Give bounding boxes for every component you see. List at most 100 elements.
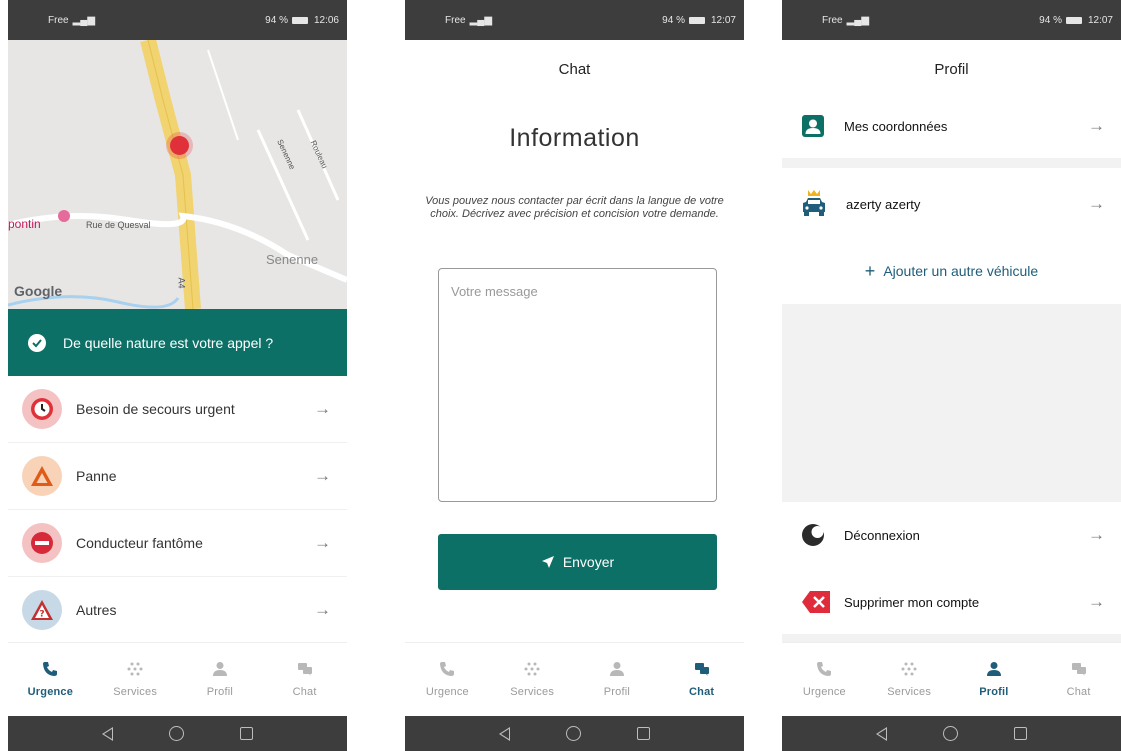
battery-percent: 94 % bbox=[1039, 14, 1062, 26]
map-roads bbox=[8, 40, 347, 309]
bottom-tab-bar: Urgence Services Profil Chat bbox=[8, 642, 347, 716]
call-type-header: De quelle nature est votre appel ? bbox=[8, 309, 347, 376]
phone-icon bbox=[440, 662, 455, 676]
arrow-right-icon: → bbox=[1088, 194, 1105, 213]
tab-services[interactable]: Services bbox=[490, 643, 575, 716]
tab-urgence[interactable]: Urgence bbox=[405, 643, 490, 716]
back-icon[interactable] bbox=[876, 726, 887, 741]
tab-label: Chat bbox=[292, 686, 317, 698]
tab-profil[interactable]: Profil bbox=[952, 643, 1037, 716]
recent-apps-icon[interactable] bbox=[240, 727, 253, 740]
warning-triangle-icon bbox=[22, 456, 62, 496]
moon-icon bbox=[802, 524, 824, 546]
logout-label: Déconnexion bbox=[844, 527, 920, 543]
clock-time: 12:07 bbox=[710, 14, 736, 26]
battery-icon bbox=[688, 16, 705, 24]
place-pin-icon bbox=[58, 210, 70, 222]
page-title: Profil bbox=[934, 60, 969, 78]
tab-profil[interactable]: Profil bbox=[575, 643, 660, 716]
tab-label: Services bbox=[887, 686, 932, 698]
call-type-label: Autres bbox=[76, 602, 117, 618]
paper-plane-icon bbox=[541, 556, 554, 568]
question-triangle-icon: ? bbox=[22, 590, 62, 630]
profil-screen: Free ▂▄▆ 94 % 12:07 Profil Mes coordonnées… bbox=[782, 0, 1121, 751]
tab-chat[interactable]: Chat bbox=[659, 643, 744, 716]
tab-label: Urgence bbox=[425, 686, 469, 698]
call-type-item-fantome[interactable]: Conducteur fantôme → bbox=[8, 510, 347, 577]
home-icon[interactable] bbox=[566, 726, 581, 741]
section-divider bbox=[782, 634, 1121, 642]
signal-icon: ▂▄▆ bbox=[846, 14, 870, 26]
arrow-right-icon: → bbox=[314, 466, 331, 485]
battery-percent: 94 % bbox=[662, 14, 685, 26]
home-icon[interactable] bbox=[943, 726, 958, 741]
vehicle-row[interactable]: azerty azerty → bbox=[782, 176, 1121, 232]
tab-label: Profil bbox=[206, 686, 233, 698]
carrier-label: Free bbox=[48, 14, 69, 26]
tab-chat[interactable]: Chat bbox=[1036, 643, 1121, 716]
call-type-item-secours[interactable]: Besoin de secours urgent → bbox=[8, 376, 347, 443]
send-button-label: Envoyer bbox=[562, 554, 615, 570]
chat-screen: Free ▂▄▆ 94 % 12:07 Chat Information Vous … bbox=[405, 0, 744, 751]
back-icon[interactable] bbox=[499, 726, 510, 741]
highway-label: A4 bbox=[176, 277, 187, 289]
logout-row[interactable]: Déconnexion → bbox=[782, 507, 1121, 563]
add-vehicle-link[interactable]: + Ajouter un autre véhicule bbox=[782, 258, 1121, 284]
tab-label: Urgence bbox=[802, 686, 846, 698]
battery-percent: 94 % bbox=[265, 14, 288, 26]
arrow-right-icon: → bbox=[1088, 525, 1105, 544]
call-type-item-autres[interactable]: ? Autres → bbox=[8, 577, 347, 644]
android-nav-bar bbox=[782, 716, 1121, 751]
tab-services[interactable]: Services bbox=[93, 643, 178, 716]
user-icon bbox=[986, 662, 1001, 676]
back-icon[interactable] bbox=[102, 726, 113, 741]
tab-profil[interactable]: Profil bbox=[178, 643, 263, 716]
carrier-label: Free bbox=[822, 14, 843, 26]
tab-label: Services bbox=[510, 686, 555, 698]
information-heading: Information bbox=[509, 124, 640, 152]
add-vehicle-label: Ajouter un autre véhicule bbox=[883, 263, 1039, 279]
delete-account-row[interactable]: Supprimer mon compte → bbox=[782, 574, 1121, 630]
arrow-right-icon: → bbox=[314, 600, 331, 619]
battery-icon bbox=[291, 16, 308, 24]
map-view[interactable]: pontin Rue de Quesval Senenne Senenne Ro… bbox=[8, 40, 347, 309]
signal-icon: ▂▄▆ bbox=[72, 14, 96, 26]
no-entry-icon bbox=[22, 523, 62, 563]
clock-icon bbox=[22, 389, 62, 429]
call-type-label: Besoin de secours urgent bbox=[76, 401, 235, 417]
user-icon bbox=[212, 662, 227, 676]
chat-bubbles-icon bbox=[297, 663, 312, 676]
tab-urgence[interactable]: Urgence bbox=[782, 643, 867, 716]
tab-label: Chat bbox=[689, 686, 715, 698]
empty-section bbox=[782, 304, 1121, 502]
tab-urgence[interactable]: Urgence bbox=[8, 643, 93, 716]
recent-apps-icon[interactable] bbox=[637, 727, 650, 740]
dots-grid-icon bbox=[127, 662, 143, 676]
arrow-right-icon: → bbox=[1088, 116, 1105, 135]
dots-grid-icon bbox=[901, 662, 917, 676]
tab-services[interactable]: Services bbox=[867, 643, 952, 716]
contact-card-icon bbox=[802, 115, 824, 137]
tab-chat[interactable]: Chat bbox=[262, 643, 347, 716]
send-button[interactable]: Envoyer bbox=[438, 534, 717, 590]
plus-icon: + bbox=[864, 260, 876, 281]
map-place-label: pontin bbox=[8, 217, 41, 231]
message-input[interactable] bbox=[438, 268, 717, 502]
tab-label: Services bbox=[113, 686, 158, 698]
call-type-item-panne[interactable]: Panne → bbox=[8, 443, 347, 510]
android-nav-bar bbox=[8, 716, 347, 751]
call-type-list: Besoin de secours urgent → Panne → Condu… bbox=[8, 376, 347, 644]
clock-time: 12:07 bbox=[1087, 14, 1113, 26]
delete-account-label: Supprimer mon compte bbox=[844, 594, 980, 610]
tab-label: Chat bbox=[1066, 686, 1091, 698]
chat-bubbles-icon bbox=[1071, 663, 1086, 676]
map-street-label: Rue de Quesval bbox=[86, 220, 151, 230]
chat-bubbles-icon bbox=[694, 663, 709, 676]
call-type-label: Panne bbox=[76, 468, 117, 484]
information-text: Vous pouvez nous contacter par écrit dan… bbox=[425, 195, 724, 220]
my-details-row[interactable]: Mes coordonnées → bbox=[782, 98, 1121, 154]
home-icon[interactable] bbox=[169, 726, 184, 741]
bottom-tab-bar: Urgence Services Profil Chat bbox=[782, 642, 1121, 716]
dots-grid-icon bbox=[524, 662, 540, 676]
recent-apps-icon[interactable] bbox=[1014, 727, 1027, 740]
